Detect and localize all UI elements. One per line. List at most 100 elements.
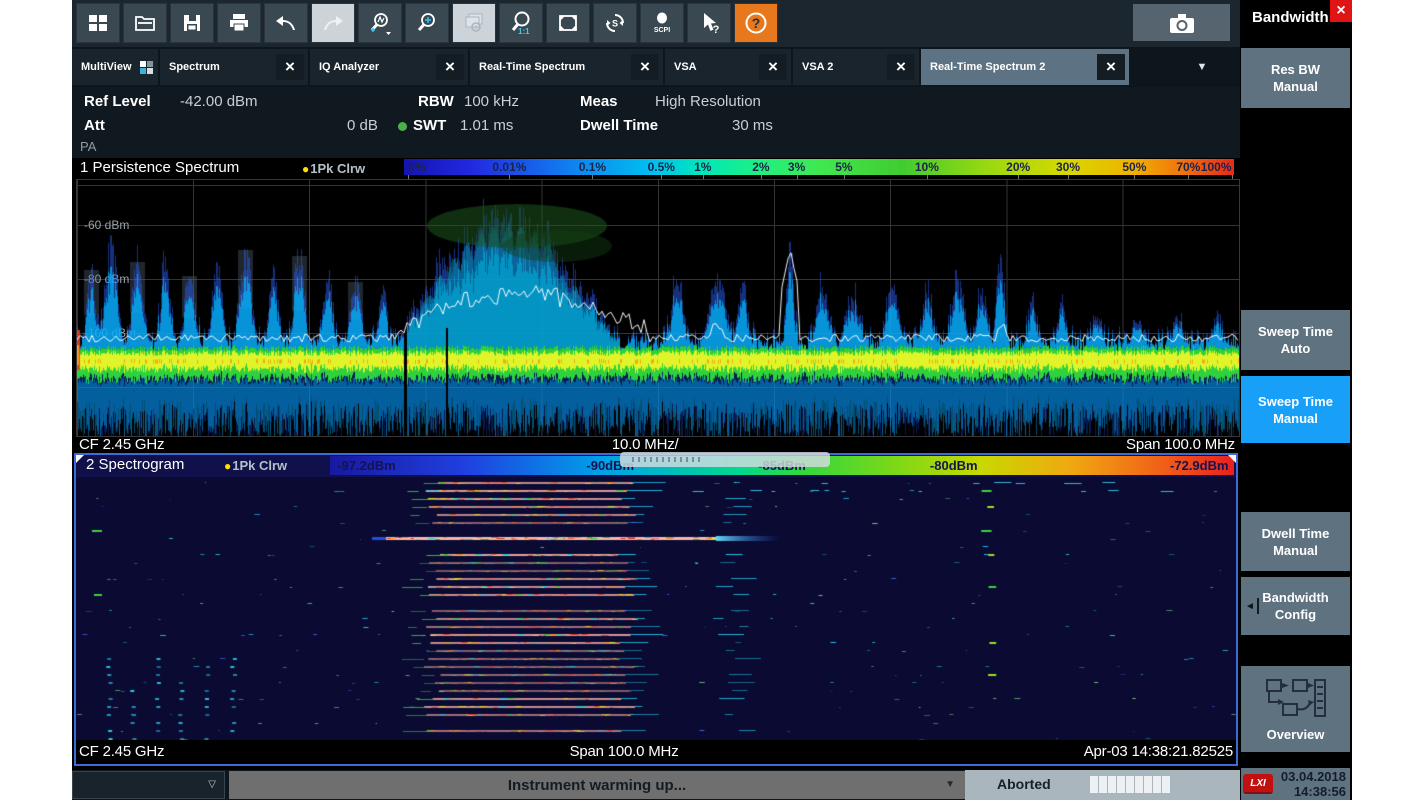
- toolbar: 1:1 S SCPI ? ?: [72, 0, 1240, 47]
- submenu-arrow-icon: ◄: [1245, 598, 1259, 614]
- att-value[interactable]: 0 dB: [347, 117, 378, 134]
- softkey-res-bw-manual[interactable]: Res BWManual: [1241, 48, 1350, 108]
- auto-swt-indicator: [398, 122, 407, 131]
- window1-titlebar[interactable]: 1 Persistence Spectrum ●1Pk Clrw 0%0.01%…: [74, 158, 1238, 179]
- sync-sweep-icon[interactable]: S: [593, 3, 637, 43]
- overview-flowchart-icon: [1265, 676, 1327, 724]
- chevron-down-icon: ▽: [208, 779, 216, 790]
- span[interactable]: Span 100.0 MHz: [570, 743, 679, 764]
- rbw-value[interactable]: 100 kHz: [464, 93, 519, 110]
- tab-spectrum[interactable]: Spectrum ×: [160, 49, 308, 85]
- tab-real-time-spectrum-2[interactable]: Real-Time Spectrum 2 ×: [921, 49, 1129, 85]
- scale-label: 30%: [1056, 160, 1080, 174]
- tab-label: Real-Time Spectrum 2: [921, 61, 1045, 73]
- tab-real-time-spectrum[interactable]: Real-Time Spectrum ×: [470, 49, 663, 85]
- help-icon[interactable]: ?: [734, 3, 778, 43]
- ref-level-label: Ref Level: [84, 93, 151, 110]
- scale-label: 0%: [408, 160, 425, 174]
- persistence-spectrum-canvas: [77, 180, 1239, 436]
- trace-legend[interactable]: ●1Pk Clrw: [302, 161, 365, 176]
- timestamp: Apr-03 14:38:21.82525: [1084, 743, 1236, 764]
- sweep-progress-bar: [1090, 776, 1172, 793]
- softkey-bandwidth-config[interactable]: ◄ BandwidthConfig: [1241, 577, 1350, 635]
- close-icon[interactable]: ×: [1097, 54, 1125, 80]
- center-frequency[interactable]: CF 2.45 GHz: [76, 436, 164, 452]
- sweep-state: Aborted: [997, 776, 1051, 792]
- dwell-time-value[interactable]: 30 ms: [732, 117, 773, 134]
- svg-text:SCPI: SCPI: [654, 27, 670, 34]
- close-icon[interactable]: ×: [276, 54, 304, 80]
- meas-value[interactable]: High Resolution: [655, 93, 761, 110]
- windows-logo-icon[interactable]: [76, 3, 120, 43]
- swt-value[interactable]: 1.01 ms: [460, 117, 513, 134]
- redo-icon: [311, 3, 355, 43]
- scpi-remote-icon[interactable]: SCPI: [640, 3, 684, 43]
- pointer-help-icon[interactable]: ?: [687, 3, 731, 43]
- spectrogram-window: 2 Spectrogram ●1Pk Clrw -97.2dBm-90dBm-8…: [74, 453, 1238, 766]
- softkey-overview[interactable]: Overview: [1241, 666, 1350, 752]
- tab-label: VSA 2: [793, 61, 833, 73]
- selected-window-corner: [1228, 455, 1236, 463]
- dwell-time-label: Dwell Time: [580, 117, 658, 134]
- status-message-text: Instrument warming up...: [508, 777, 686, 794]
- close-icon[interactable]: ×: [759, 54, 787, 80]
- print-icon[interactable]: [217, 3, 261, 43]
- window1-footer: CF 2.45 GHz 10.0 MHz/ Span 100.0 MHz: [76, 436, 1238, 452]
- zoom-1to1-icon[interactable]: 1:1: [499, 3, 543, 43]
- tab-label: VSA: [665, 61, 697, 73]
- window2-title: 2 Spectrogram: [86, 456, 184, 473]
- softkey-dwell-time-manual[interactable]: Dwell TimeManual: [1241, 512, 1350, 571]
- status-dropdown[interactable]: ▽: [72, 771, 225, 799]
- svg-text:?: ?: [713, 24, 720, 35]
- close-icon[interactable]: ×: [631, 54, 659, 80]
- channel-tab-bar: MultiView Spectrum × IQ Analyzer × Real-…: [72, 47, 1240, 87]
- scale-label: 3%: [788, 160, 805, 174]
- center-frequency[interactable]: CF 2.45 GHz: [76, 743, 164, 764]
- save-icon[interactable]: [170, 3, 214, 43]
- softkey-sweep-time-auto[interactable]: Sweep TimeAuto: [1241, 310, 1350, 370]
- tab-label: Spectrum: [160, 61, 220, 73]
- tab-label: IQ Analyzer: [310, 61, 379, 73]
- chevron-down-icon: ▼: [945, 779, 955, 790]
- frame-display-icon[interactable]: [546, 3, 590, 43]
- tab-label: MultiView: [72, 61, 132, 73]
- svg-text:S: S: [612, 19, 618, 29]
- tab-vsa[interactable]: VSA ×: [665, 49, 791, 85]
- svg-text:1:1: 1:1: [518, 27, 530, 35]
- camera-icon: [1167, 10, 1197, 36]
- scale-label: 2%: [752, 160, 769, 174]
- trace-legend[interactable]: ●1Pk Clrw: [224, 458, 287, 473]
- undo-icon[interactable]: [264, 3, 308, 43]
- zoom-trace-icon[interactable]: [358, 3, 402, 43]
- open-file-icon[interactable]: [123, 3, 167, 43]
- tab-multiview[interactable]: MultiView: [72, 49, 158, 85]
- scale-label: 0.5%: [648, 160, 675, 174]
- close-icon[interactable]: ×: [436, 54, 464, 80]
- camera-button[interactable]: [1133, 4, 1230, 41]
- status-message[interactable]: Instrument warming up... ▼: [229, 771, 965, 799]
- scale-label: -80dBm: [930, 458, 978, 473]
- scale-label: 50%: [1122, 160, 1146, 174]
- softkey-panel: Bandwidth × Res BWManual Sweep TimeAuto …: [1240, 0, 1352, 800]
- tab-vsa-2[interactable]: VSA 2 ×: [793, 49, 919, 85]
- pa-indicator: PA: [80, 139, 96, 154]
- scale-label: 5%: [835, 160, 852, 174]
- span[interactable]: Span 100.0 MHz: [1126, 436, 1238, 452]
- window-splitter-handle[interactable]: [620, 452, 830, 467]
- ref-level-value[interactable]: -42.00 dBm: [180, 93, 258, 110]
- date-time-block: LXI 03.04.2018 14:38:56: [1241, 768, 1350, 800]
- per-division[interactable]: 10.0 MHz/: [612, 436, 679, 452]
- multiview-grid-icon: [140, 61, 153, 74]
- tab-overflow-caret[interactable]: ▼: [1174, 49, 1230, 85]
- close-icon[interactable]: ×: [1330, 0, 1352, 22]
- scale-label: 1%: [694, 160, 711, 174]
- scale-label: -72.9dBm: [1170, 458, 1229, 473]
- zoom-selection-icon[interactable]: [405, 3, 449, 43]
- swt-label: SWT: [413, 117, 446, 134]
- softkey-panel-title: Bandwidth: [1252, 9, 1329, 26]
- softkey-sweep-time-manual[interactable]: Sweep TimeManual: [1241, 376, 1350, 443]
- close-icon[interactable]: ×: [887, 54, 915, 80]
- tab-iq-analyzer[interactable]: IQ Analyzer ×: [310, 49, 468, 85]
- persistence-color-scale: 0%0.01%0.1%0.5%1%2%3%5%10%20%30%50%70%10…: [404, 159, 1234, 175]
- spectrogram-canvas: [76, 477, 1236, 740]
